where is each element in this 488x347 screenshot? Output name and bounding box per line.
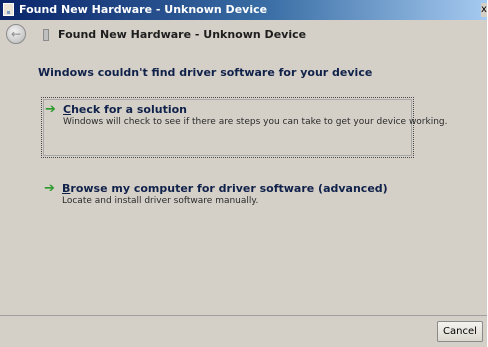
page-heading: Windows couldn't find driver software fo…	[38, 66, 373, 79]
option-title: Check for a solution	[63, 103, 187, 116]
option-label: rowse my computer for driver software (a…	[70, 182, 388, 195]
cancel-button[interactable]: Cancel	[437, 321, 483, 342]
device-icon	[43, 29, 49, 41]
option-title: Browse my computer for driver software (…	[62, 182, 388, 195]
browse-computer-option[interactable]: ➔ Browse my computer for driver software…	[41, 179, 414, 215]
title-bar[interactable]: Found New Hardware - Unknown Device x	[0, 0, 487, 20]
close-icon[interactable]: x	[481, 3, 487, 17]
device-icon	[3, 3, 14, 16]
button-bar: Cancel	[0, 315, 487, 347]
option-description: Windows will check to see if there are s…	[63, 117, 448, 127]
option-label: heck for a solution	[71, 103, 188, 116]
option-accelerator: C	[63, 103, 72, 116]
navigation-bar: ← Found New Hardware - Unknown Device	[0, 20, 487, 49]
back-arrow-icon[interactable]: ←	[6, 24, 26, 44]
check-for-solution-option[interactable]: ➔ Check for a solution Windows will chec…	[41, 97, 448, 158]
green-arrow-icon: ➔	[45, 102, 56, 117]
option-description: Locate and install driver software manua…	[62, 196, 259, 206]
wizard-title: Found New Hardware - Unknown Device	[58, 28, 307, 41]
wizard-content: Windows couldn't find driver software fo…	[0, 49, 487, 315]
window-title: Found New Hardware - Unknown Device	[19, 3, 268, 16]
green-arrow-icon: ➔	[44, 181, 55, 196]
wizard-window: Found New Hardware - Unknown Device x ← …	[0, 0, 487, 347]
